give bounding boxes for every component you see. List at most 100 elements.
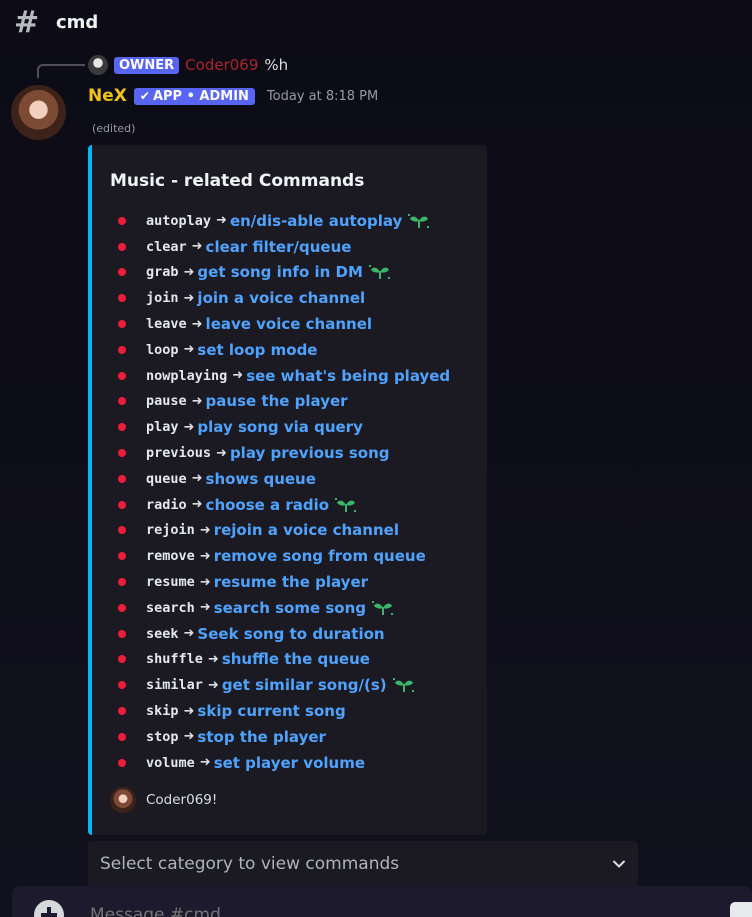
command-description-link[interactable]: rejoin a voice channel [214,521,399,539]
command-description-link[interactable]: shuffle the queue [222,650,370,668]
command-description-link[interactable]: search some song [214,599,366,617]
command-description-link[interactable]: play previous song [230,444,390,462]
arrow-icon: ➜ [216,213,227,229]
command-description-link[interactable]: shows queue [206,470,316,488]
command-item: resume ➜ resume the player [118,569,450,595]
arrow-icon: ➜ [191,239,203,255]
command-description-link[interactable]: join a voice channel [197,289,365,307]
command-item: similar ➜ get similar song/(s) [118,672,450,698]
arrow-icon: ➜ [191,316,203,332]
command-description-link[interactable]: see what's being played [246,367,450,385]
command-description-link[interactable]: get song info in DM [197,263,362,281]
command-name: radio [146,496,187,513]
sprout-icon [368,265,390,280]
arrow-icon: ➜ [183,626,195,642]
verified-check-icon: ✔ [139,89,150,103]
channel-name: cmd [56,12,99,33]
bullet-icon [118,371,126,380]
bullet-icon [118,320,126,329]
add-attachment-icon[interactable] [34,900,64,917]
command-item: pause ➜ pause the player [118,389,450,415]
bullet-icon [118,294,126,303]
command-item: rejoin ➜ rejoin a voice channel [118,518,450,544]
command-description-link[interactable]: set player volume [214,754,365,772]
command-description-link[interactable]: leave voice channel [206,315,373,333]
embed-title: Music - related Commands [110,171,365,191]
command-list: autoplay ➜ en/dis-able autoplay clear ➜ clear… [118,208,450,776]
command-item: grab ➜ get song info in DM [118,260,450,286]
arrow-icon: ➜ [199,755,211,771]
arrow-icon: ➜ [183,729,195,745]
command-description-link[interactable]: choose a radio [206,496,330,514]
reply-reference[interactable]: OWNER Coder069 %h [88,54,288,76]
edited-label: (edited) [92,122,136,135]
sprout-icon [408,213,430,228]
command-name: pause [146,393,187,410]
arrow-icon: ➜ [191,497,203,513]
bullet-icon [118,500,126,509]
arrow-icon: ➜ [199,522,211,538]
message-input[interactable] [88,904,652,917]
arrow-icon: ➜ [183,419,195,435]
discord-channel-view: # cmd OWNER Coder069 %h NeX ✔ APP • ADMI… [0,0,752,917]
command-item: queue ➜ shows queue [118,466,450,492]
command-name: previous [146,445,212,462]
command-name: clear [146,238,187,255]
app-badge-label: APP • ADMIN [152,88,249,104]
command-description-link[interactable]: skip current song [197,702,345,720]
reply-text[interactable]: %h [264,56,288,74]
footer-text: Coder069! [146,792,218,808]
command-description-link[interactable]: play song via query [197,418,362,436]
command-name: search [146,599,195,616]
command-description-link[interactable]: remove song from queue [214,547,426,565]
bullet-icon [118,578,126,587]
bullet-icon [118,552,126,561]
arrow-icon: ➜ [183,290,195,306]
command-name: grab [146,264,179,281]
command-description-link[interactable]: set loop mode [197,341,317,359]
command-name: similar [146,677,203,694]
bullet-icon [118,707,126,716]
composer-side-icon[interactable] [730,902,752,917]
command-item: shuffle ➜ shuffle the queue [118,647,450,673]
reply-avatar-icon[interactable] [88,55,108,75]
sprout-icon [372,600,394,615]
category-select[interactable]: Select category to view commands [88,841,638,887]
author-name[interactable]: NeX [88,86,127,106]
owner-role-badge: OWNER [114,56,180,74]
app-admin-badge: ✔ APP • ADMIN [133,87,255,105]
bullet-icon [118,681,126,690]
command-description-link[interactable]: en/dis-able autoplay [230,212,402,230]
arrow-icon: ➜ [199,548,211,564]
command-item: autoplay ➜ en/dis-able autoplay [118,208,450,234]
command-description-link[interactable]: Seek song to duration [197,625,384,643]
arrow-icon: ➜ [216,445,227,461]
author-avatar[interactable] [11,85,66,140]
command-item: join ➜ join a voice channel [118,285,450,311]
bullet-icon [118,732,126,741]
arrow-icon: ➜ [232,368,244,384]
command-item: search ➜ search some song [118,595,450,621]
bullet-icon [118,345,126,354]
bullet-icon [118,629,126,638]
command-item: loop ➜ set loop mode [118,337,450,363]
command-item: volume ➜ set player volume [118,750,450,776]
command-name: shuffle [146,651,203,668]
bullet-icon [118,423,126,432]
command-description-link[interactable]: clear filter/queue [206,238,352,256]
bullet-icon [118,526,126,535]
message-composer [12,886,752,917]
arrow-icon: ➜ [191,471,203,487]
select-placeholder: Select category to view commands [100,854,400,874]
command-item: stop ➜ stop the player [118,724,450,750]
reply-connector [37,64,85,78]
arrow-icon: ➜ [183,264,195,280]
command-description-link[interactable]: stop the player [197,728,326,746]
command-item: leave ➜ leave voice channel [118,311,450,337]
bullet-icon [118,474,126,483]
command-description-link[interactable]: resume the player [214,573,368,591]
reply-author-name[interactable]: Coder069 [185,56,258,74]
bullet-icon [118,268,126,277]
command-description-link[interactable]: get similar song/(s) [222,676,387,694]
command-description-link[interactable]: pause the player [206,392,348,410]
